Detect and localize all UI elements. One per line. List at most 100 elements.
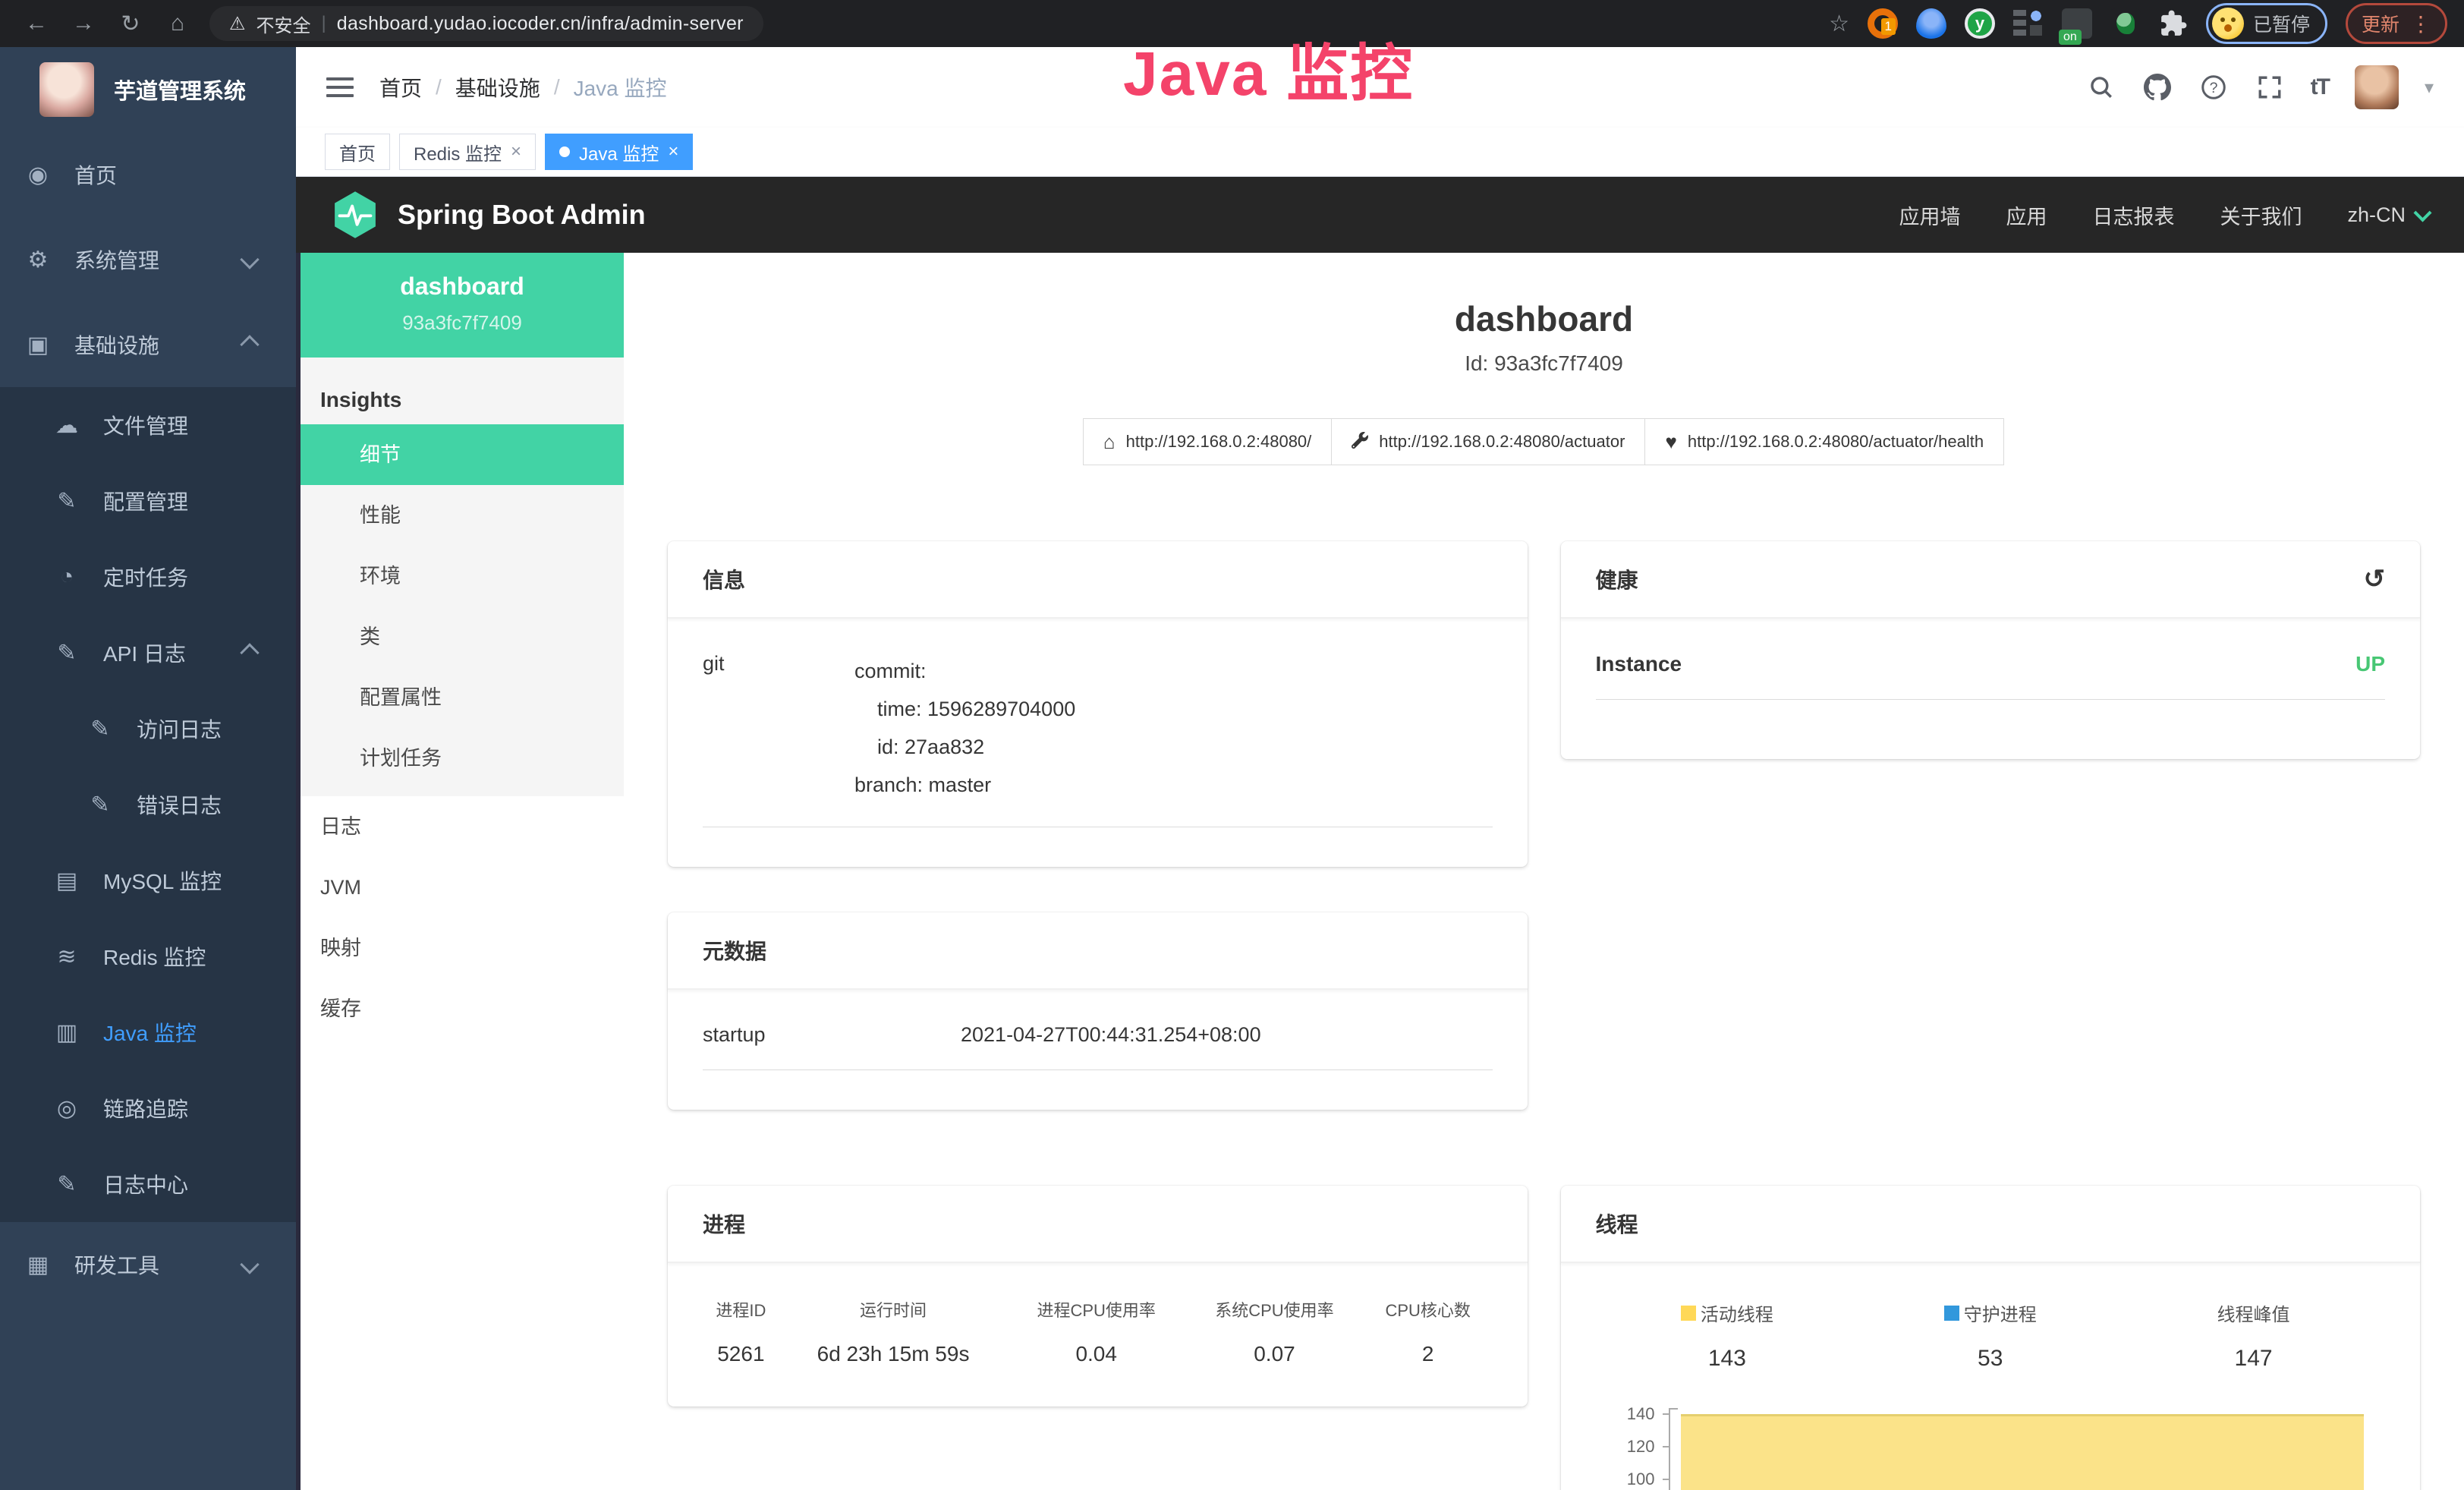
sba-item-scheduled-tasks[interactable]: 计划任务 — [301, 728, 624, 789]
service-url-button[interactable]: ⌂ http://192.168.0.2:48080/ — [1083, 418, 1332, 465]
tab-java-monitor[interactable]: Java 监控 × — [545, 134, 693, 170]
tab-home[interactable]: 首页 — [325, 134, 390, 170]
clock-icon: ◔ — [52, 564, 82, 590]
browser-menu-icon[interactable]: ⋮ — [2410, 11, 2431, 36]
sidebar-item-cron[interactable]: ◔ 定时任务 — [0, 539, 296, 615]
browser-update-button[interactable]: 更新 ⋮ — [2346, 3, 2447, 44]
app-title: 芋道管理系统 — [114, 74, 246, 106]
search-icon[interactable] — [2086, 72, 2116, 102]
close-icon[interactable]: × — [511, 141, 521, 162]
gear-icon: ⚙ — [23, 247, 53, 273]
sidebar-item-mysql[interactable]: ▤ MySQL 监控 — [0, 843, 296, 918]
sidebar-item-redis[interactable]: ≋ Redis 监控 — [0, 918, 296, 994]
active-tab-dot — [559, 146, 570, 157]
sba-nav-journal[interactable]: 日志报表 — [2092, 200, 2174, 230]
extension-grid-icon[interactable] — [2013, 8, 2044, 39]
redis-icon: ≋ — [52, 943, 82, 970]
sidebar-item-infra[interactable]: ▣ 基础设施 — [0, 302, 296, 387]
url-divider: | — [322, 13, 326, 34]
sidebar-item-log-center[interactable]: ✎ 日志中心 — [0, 1146, 296, 1222]
profile-avatar-emoji — [2212, 8, 2244, 39]
cloud-icon: ☁ — [52, 412, 82, 439]
sba-item-metrics[interactable]: 性能 — [301, 485, 624, 546]
health-url-button[interactable]: ♥ http://192.168.0.2:48080/actuator/heal… — [1644, 418, 2004, 465]
threads-legend: 活动线程 143 守护进程 — [1596, 1299, 2386, 1372]
process-cpu-value: 0.04 — [1007, 1341, 1185, 1367]
monitor-icon: ▣ — [23, 332, 53, 358]
locale-selector[interactable]: zh-CN — [2347, 203, 2429, 227]
tab-redis-monitor[interactable]: Redis 监控 × — [399, 134, 536, 170]
sba-item-classes[interactable]: 类 — [301, 606, 624, 667]
peak-threads-value: 147 — [2122, 1346, 2385, 1372]
close-icon[interactable]: × — [668, 141, 678, 162]
font-size-icon[interactable]: tT — [2311, 74, 2329, 100]
eye-icon: ◎ — [52, 1095, 82, 1122]
sidebar-item-error-log[interactable]: ✎ 错误日志 — [0, 767, 296, 843]
chevron-down-icon — [240, 250, 259, 269]
threads-card-title: 线程 — [1561, 1186, 2421, 1263]
sba-nav-applications[interactable]: 应用 — [2006, 200, 2047, 230]
sba-item-environment[interactable]: 环境 — [301, 546, 624, 606]
sidebar-item-dev-tools[interactable]: ▦ 研发工具 — [0, 1222, 296, 1307]
sba-item-config-props[interactable]: 配置属性 — [301, 667, 624, 728]
sba-item-caches[interactable]: 缓存 — [301, 978, 624, 1039]
extension-y-icon[interactable]: y — [1965, 8, 1995, 39]
browser-forward-button[interactable]: → — [64, 5, 103, 42]
health-instance-label: Instance — [1596, 652, 1682, 676]
breadcrumb-home[interactable]: 首页 — [379, 72, 422, 102]
sba-nav-about[interactable]: 关于我们 — [2220, 200, 2302, 230]
sba-brand-title[interactable]: Spring Boot Admin — [398, 199, 646, 231]
browser-reload-button[interactable]: ↻ — [111, 5, 150, 42]
sidebar-item-access-log[interactable]: ✎ 访问日志 — [0, 691, 296, 767]
fullscreen-icon[interactable] — [2255, 72, 2285, 102]
extension-orange-icon[interactable]: 1 — [1868, 8, 1898, 39]
actuator-url-button[interactable]: http://192.168.0.2:48080/actuator — [1331, 418, 1645, 465]
sidebar-collapse-icon[interactable] — [326, 77, 354, 97]
extension-on-icon[interactable]: on — [2062, 8, 2092, 39]
browser-profile-chip[interactable]: 已暂停 — [2206, 3, 2327, 44]
browser-home-button[interactable]: ⌂ — [158, 5, 197, 42]
process-table: 进程ID 运行时间 进程CPU使用率 系统CPU使用率 CPU核心数 5261 … — [703, 1296, 1493, 1367]
status-badge: UP — [2355, 652, 2385, 676]
profile-paused-label: 已暂停 — [2253, 10, 2310, 37]
database-icon: ▤ — [52, 868, 82, 894]
live-threads-area — [1681, 1414, 2365, 1490]
metadata-card: 元数据 startup 2021-04-27T00:44:31.254+08:0… — [668, 912, 1528, 1110]
breadcrumb-infra[interactable]: 基础设施 — [455, 72, 540, 102]
browser-address-bar[interactable]: ⚠ 不安全 | dashboard.yudao.iocoder.cn/infra… — [209, 6, 763, 41]
instance-header[interactable]: dashboard 93a3fc7f7409 — [301, 253, 624, 358]
sidebar-item-system[interactable]: ⚙ 系统管理 — [0, 217, 296, 302]
sba-nav-wallboard[interactable]: 应用墙 — [1899, 200, 1960, 230]
help-icon[interactable]: ? — [2198, 72, 2229, 102]
instance-id: 93a3fc7f7409 — [301, 311, 624, 335]
sidebar-item-api-log[interactable]: ✎ API 日志 — [0, 615, 296, 691]
sba-item-details[interactable]: 细节 — [301, 424, 624, 485]
page-subtitle-id: Id: 93a3fc7f7409 — [668, 351, 2420, 376]
breadcrumb-current: Java 监控 — [574, 72, 667, 102]
bookmark-star-icon[interactable]: ☆ — [1829, 11, 1849, 37]
sba-item-mappings[interactable]: 映射 — [301, 918, 624, 978]
avatar-caret-icon[interactable]: ▾ — [2425, 77, 2434, 99]
extension-sprout-icon[interactable] — [2110, 8, 2141, 39]
sidebar-item-tracing[interactable]: ◎ 链路追踪 — [0, 1070, 296, 1146]
health-card-title: 健康 — [1596, 564, 1638, 594]
app-logo-row[interactable]: 芋道管理系统 — [0, 47, 296, 132]
sidebar-item-config[interactable]: ✎ 配置管理 — [0, 463, 296, 539]
extensions-puzzle-icon[interactable] — [2159, 9, 2188, 38]
user-avatar[interactable] — [2355, 65, 2399, 109]
edit-icon: ✎ — [52, 488, 82, 515]
extension-pin-icon[interactable] — [1916, 8, 1946, 39]
sidebar-item-files[interactable]: ☁ 文件管理 — [0, 387, 296, 463]
sba-item-jvm[interactable]: JVM — [301, 857, 624, 918]
history-icon[interactable]: ↺ — [2364, 564, 2386, 594]
threads-card: 线程 活动线程 143 — [1561, 1186, 2421, 1490]
browser-back-button[interactable]: ← — [17, 5, 56, 42]
sidebar-item-java-monitor[interactable]: ▥ Java 监控 — [0, 994, 296, 1070]
sba-item-logs[interactable]: 日志 — [301, 796, 624, 857]
threads-chart: 140 120 100 — [1596, 1408, 2386, 1490]
info-card: 信息 git commit: time: 1596289704000 id: 2… — [668, 541, 1528, 867]
github-icon[interactable] — [2142, 72, 2173, 102]
process-id-value: 5261 — [703, 1341, 779, 1367]
screen: ← → ↻ ⌂ ⚠ 不安全 | dashboard.yudao.iocoder.… — [0, 0, 2464, 1490]
sidebar-item-home[interactable]: ◉ 首页 — [0, 132, 296, 217]
